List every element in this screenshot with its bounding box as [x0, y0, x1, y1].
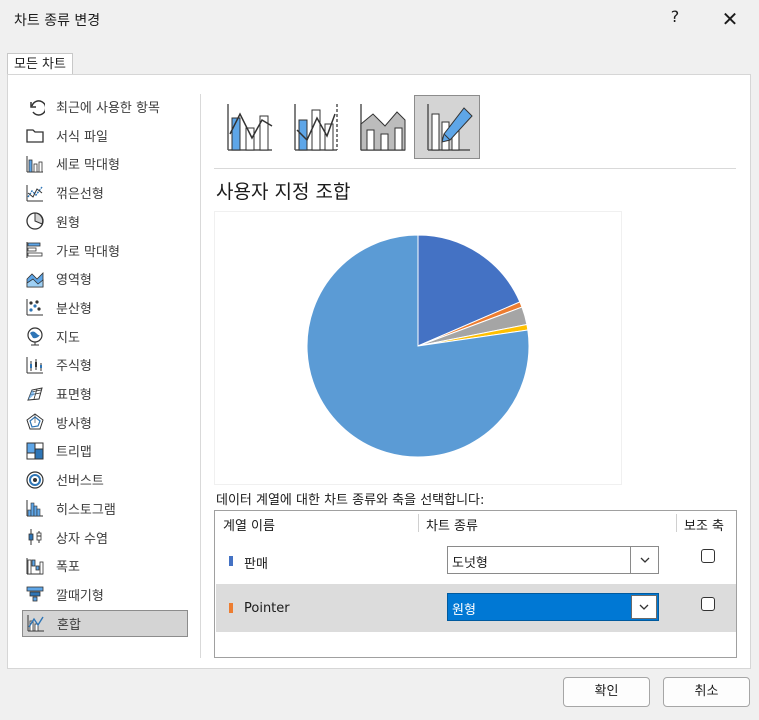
table-row: 판매 도넛형 — [216, 537, 736, 585]
surface-chart-icon — [24, 384, 46, 404]
chart-type-item[interactable]: 서식 파일 — [22, 122, 188, 149]
chart-type-label: 분산형 — [56, 301, 92, 317]
chart-preview — [214, 211, 622, 485]
chart-type-item[interactable]: 꺾은선형 — [22, 179, 188, 206]
clustered-column-line-icon — [227, 104, 273, 151]
chart-type-item[interactable]: 히스토그램 — [22, 495, 188, 522]
chevron-down-icon[interactable] — [631, 595, 657, 619]
scatter-chart-icon — [24, 297, 46, 317]
close-button[interactable]: ✕ — [710, 7, 750, 31]
pie-chart — [306, 234, 530, 458]
chart-type-item[interactable]: 상자 수염 — [22, 524, 188, 551]
chart-type-list: 최근에 사용한 항목서식 파일세로 막대형꺾은선형원형가로 막대형영역형분산형지… — [16, 94, 190, 658]
combo-chart-icon — [25, 613, 47, 633]
table-row: Pointer 원형 — [216, 584, 736, 632]
subtype-divider — [214, 168, 736, 169]
chart-type-select[interactable]: 원형 — [447, 593, 659, 621]
chart-type-item[interactable]: 주식형 — [22, 351, 188, 378]
area-chart-icon — [24, 269, 46, 289]
chart-type-label: 세로 막대형 — [56, 158, 120, 174]
chart-type-label: 히스토그램 — [56, 502, 116, 518]
treemap-chart-icon — [24, 441, 46, 461]
dialog-title: 차트 종류 변경 — [14, 13, 101, 29]
secondary-axis-checkbox[interactable] — [701, 549, 715, 563]
series-name: 판매 — [244, 557, 268, 572]
chart-type-item[interactable]: 선버스트 — [22, 466, 188, 493]
header-series-name: 계열 이름 — [223, 519, 275, 534]
chart-type-item[interactable]: 세로 막대형 — [22, 150, 188, 177]
stock-chart-icon — [24, 355, 46, 375]
clustered-column-line-secondary-icon — [294, 104, 338, 151]
chart-type-label: 원형 — [56, 215, 80, 231]
cancel-button[interactable]: 취소 — [663, 677, 750, 707]
subtype-clustered-column-line-secondary[interactable] — [283, 95, 349, 159]
pie-chart-icon — [24, 211, 46, 231]
panel-divider — [200, 94, 201, 658]
ok-button[interactable]: 확인 — [563, 677, 650, 707]
chart-type-label: 최근에 사용한 항목 — [56, 101, 160, 116]
chart-type-label: 표면형 — [56, 388, 92, 403]
chart-type-item[interactable]: 폭포 — [22, 552, 188, 579]
waterfall-chart-icon — [24, 556, 46, 576]
radar-chart-icon — [24, 412, 46, 432]
help-button[interactable]: ? — [664, 7, 686, 31]
header-secondary-axis: 보조 축 — [684, 519, 725, 534]
tab-all-charts[interactable]: 모든 차트 — [7, 53, 73, 75]
instruction-text: 데이터 계열에 대한 차트 종류와 축을 선택합니다: — [216, 493, 485, 508]
chart-type-label: 가로 막대형 — [56, 244, 120, 260]
chart-type-label: 영역형 — [56, 273, 92, 289]
chart-type-label: 깔때기형 — [56, 588, 104, 604]
chart-type-label: 혼합 — [57, 617, 81, 633]
recent-icon — [24, 97, 46, 117]
chart-type-label: 꺾은선형 — [56, 187, 104, 203]
subtype-stacked-area-column[interactable] — [349, 95, 415, 159]
series-color-swatch — [229, 556, 233, 566]
custom-combination-icon — [427, 104, 473, 151]
chart-type-item[interactable]: 영역형 — [22, 265, 188, 292]
sunburst-chart-icon — [24, 470, 46, 490]
chart-type-item[interactable]: 가로 막대형 — [22, 237, 188, 264]
chart-type-value: 도넛형 — [452, 556, 488, 571]
bar-chart-icon — [24, 240, 46, 260]
header-separator — [676, 514, 677, 532]
chart-type-item[interactable]: 방사형 — [22, 409, 188, 436]
folder-icon — [24, 125, 46, 145]
chart-type-item[interactable]: 지도 — [22, 323, 188, 350]
chart-type-select[interactable]: 도넛형 — [447, 546, 659, 574]
header-separator — [418, 514, 419, 532]
chart-type-label: 방사형 — [56, 416, 92, 432]
chart-type-item[interactable]: 원형 — [22, 208, 188, 235]
chart-type-item[interactable]: 최근에 사용한 항목 — [22, 93, 188, 120]
chart-type-item[interactable]: 트리맵 — [22, 437, 188, 464]
column-chart-icon — [24, 154, 46, 174]
chart-type-label: 상자 수염 — [56, 531, 108, 547]
chart-type-label: 선버스트 — [56, 474, 104, 490]
secondary-axis-checkbox[interactable] — [701, 597, 715, 611]
chart-type-label: 트리맵 — [56, 445, 92, 461]
subtype-clustered-column-line[interactable] — [216, 95, 282, 159]
subtype-custom-combination[interactable] — [414, 95, 480, 159]
chart-type-item[interactable]: 깔때기형 — [22, 581, 188, 608]
chart-type-value: 원형 — [452, 603, 476, 618]
histogram-chart-icon — [24, 498, 46, 518]
funnel-chart-icon — [24, 584, 46, 604]
chart-type-label: 주식형 — [56, 359, 92, 375]
stacked-area-column-icon — [360, 104, 406, 151]
chevron-down-icon[interactable] — [630, 547, 658, 573]
series-name: Pointer — [244, 601, 290, 616]
chart-subtype-heading: 사용자 지정 조합 — [216, 181, 351, 203]
chart-type-label: 지도 — [56, 330, 80, 346]
chart-type-label: 서식 파일 — [56, 129, 108, 145]
title-bar: 차트 종류 변경 ? ✕ — [0, 0, 759, 40]
chart-type-item[interactable]: 표면형 — [22, 380, 188, 407]
chart-type-item[interactable]: 혼합 — [22, 609, 188, 637]
chart-type-label: 폭포 — [56, 560, 80, 576]
chart-type-item[interactable]: 분산형 — [22, 294, 188, 321]
map-chart-icon — [24, 326, 46, 346]
series-table: 계열 이름 차트 종류 보조 축 판매 도넛형 Pointer 원형 — [214, 510, 737, 658]
box-whisker-chart-icon — [24, 527, 46, 547]
series-color-swatch — [229, 603, 233, 613]
header-chart-type: 차트 종류 — [426, 519, 478, 534]
line-chart-icon — [24, 183, 46, 203]
